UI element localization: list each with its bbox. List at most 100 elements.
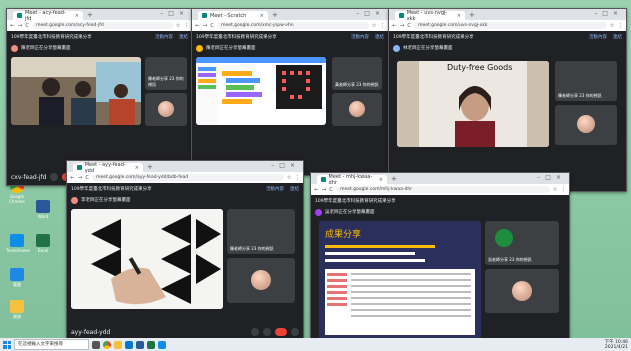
star-icon[interactable]: ☆ [372, 23, 377, 29]
meeting-link[interactable]: 連結 [290, 186, 299, 192]
browser-tab[interactable]: Meet - mhj-kwaa-dhr × [317, 174, 387, 186]
new-tab-icon[interactable]: + [272, 11, 278, 19]
window-controls[interactable]: –□× [537, 174, 566, 181]
close-tab-icon[interactable]: × [457, 13, 461, 19]
start-button[interactable] [3, 340, 11, 349]
meet-header: 109學年度臺北市科技教育研究成果分享 活動內容 連結 [67, 183, 303, 195]
window-controls[interactable]: –□× [356, 10, 385, 17]
menu-icon[interactable]: ⋮ [184, 23, 190, 29]
main-video[interactable] [71, 209, 223, 309]
back-icon[interactable]: ← [70, 175, 75, 181]
url-field[interactable]: meet.google.com/ayy-fead-ydd/bdb-fead [92, 174, 284, 181]
desktop-icon-computer[interactable]: 電腦 [6, 268, 28, 288]
meeting-details-link[interactable]: 活動內容 [266, 186, 284, 192]
url-field[interactable]: meet.google.com/mhj-kwaa-dhr [336, 186, 550, 193]
back-icon[interactable]: ← [314, 187, 319, 193]
desktop-icon-excel[interactable]: Excel [32, 234, 54, 253]
meeting-details-link[interactable]: 活動內容 [155, 34, 173, 40]
reload-icon[interactable]: C [25, 23, 29, 29]
menu-icon[interactable]: ⋮ [295, 175, 301, 181]
participant-tile[interactable] [332, 93, 382, 126]
browser-tab[interactable]: Meet - acy-fead-jfd × [13, 10, 83, 22]
back-icon[interactable]: ← [392, 23, 397, 29]
participant-tile[interactable]: 吳老師分享 23 你的視訊 [485, 221, 559, 265]
reload-icon[interactable]: C [407, 23, 411, 29]
desktop-icon-resources[interactable]: 資源 [6, 300, 28, 320]
forward-icon[interactable]: → [203, 23, 208, 29]
menu-icon[interactable]: ⋮ [380, 23, 386, 29]
teamviewer-taskbar-icon[interactable] [158, 340, 166, 349]
participant-tile[interactable]: 黃老師分享 23 你的視訊 [332, 57, 382, 90]
browser-window-3[interactable]: Meet - uvs-nvgj-xkk × + –□× ← → C meet.go… [388, 8, 627, 192]
present-button[interactable] [291, 328, 299, 336]
edge-taskbar-icon[interactable] [125, 340, 133, 349]
shared-slide[interactable]: 成果分享 [319, 221, 481, 339]
mic-button[interactable] [251, 328, 259, 336]
desktop-icon-teamviewer[interactable]: TeamViewer [6, 234, 30, 253]
participant-tile[interactable]: 陳老師分享 23 你的視訊 [227, 209, 295, 254]
window-controls[interactable]: –□× [160, 10, 189, 17]
meeting-details-link[interactable]: 活動內容 [589, 34, 607, 40]
participant-tile[interactable] [485, 269, 559, 313]
word-taskbar-icon[interactable] [136, 340, 144, 349]
url-field[interactable]: meet.google.com/uvs-nvgj-xkk [414, 22, 607, 29]
mic-button[interactable] [50, 173, 59, 181]
participant-tile[interactable]: 陳老師分享 23 你的視訊 [555, 61, 617, 101]
reload-icon[interactable]: C [329, 187, 333, 193]
star-icon[interactable]: ☆ [610, 23, 615, 29]
url-field[interactable]: meet.google.com/acy-fead-jfd [32, 22, 173, 29]
participant-tile[interactable] [145, 93, 187, 126]
system-clock[interactable]: 下午 10:46 2021/4/21 [605, 340, 628, 350]
url-field[interactable]: meet.google.com/xmc-jnpw-vhn [217, 22, 369, 29]
main-video[interactable] [11, 57, 141, 125]
reload-icon[interactable]: C [85, 175, 89, 181]
chrome-taskbar-icon[interactable] [103, 340, 111, 349]
participant-tile[interactable]: 陳老師分享 23 你的視訊 [145, 57, 187, 90]
browser-tab[interactable]: Meet - Scratch × [198, 11, 268, 20]
participant-tile[interactable] [227, 258, 295, 303]
shared-slide[interactable]: Duty-free Goods [397, 61, 549, 147]
new-tab-icon[interactable]: + [87, 11, 93, 19]
meeting-link[interactable]: 連結 [375, 34, 384, 40]
back-icon[interactable]: ← [10, 23, 15, 29]
meeting-details-link[interactable]: 活動內容 [351, 34, 369, 40]
star-icon[interactable]: ☆ [176, 23, 181, 29]
forward-icon[interactable]: → [78, 175, 83, 181]
star-icon[interactable]: ☆ [287, 175, 292, 181]
meeting-link[interactable]: 連結 [613, 34, 622, 40]
leave-call-button[interactable] [275, 328, 287, 336]
taskview-icon[interactable] [92, 340, 100, 349]
close-tab-icon[interactable]: × [260, 13, 264, 19]
meeting-title: 109學年度臺北市科技教育研究成果分享 [71, 187, 152, 192]
close-tab-icon[interactable]: × [75, 13, 79, 19]
menu-icon[interactable]: ⋮ [618, 23, 624, 29]
forward-icon[interactable]: → [322, 187, 327, 193]
forward-icon[interactable]: → [400, 23, 405, 29]
participant-tile[interactable] [555, 105, 617, 145]
forward-icon[interactable]: → [18, 23, 23, 29]
browser-tab[interactable]: Meet - uvs-nvgj-xkk × [395, 10, 465, 22]
browser-tab[interactable]: Meet - ayy-fead-ydd × [73, 162, 143, 174]
taskbar-search[interactable]: 在這裡輸入文字來搜尋 [14, 339, 89, 350]
new-tab-icon[interactable]: + [147, 163, 153, 171]
camera-button[interactable] [263, 328, 271, 336]
star-icon[interactable]: ☆ [553, 187, 558, 193]
window-controls[interactable]: –□× [594, 10, 623, 17]
window-controls[interactable]: –□× [271, 162, 300, 169]
new-tab-icon[interactable]: + [469, 11, 475, 19]
excel-taskbar-icon[interactable] [147, 340, 155, 349]
new-tab-icon[interactable]: + [391, 175, 397, 183]
browser-window-4[interactable]: Meet - ayy-fead-ydd × + –□× ← → C meet.go… [66, 160, 304, 343]
participant-name: 陳老師分享 23 你的視訊 [558, 93, 602, 98]
meeting-link[interactable]: 連結 [179, 34, 188, 40]
shared-screen[interactable] [196, 57, 326, 125]
browser-window-5[interactable]: Meet - mhj-kwaa-dhr × + –□× ← → C meet.go… [310, 172, 570, 344]
close-tab-icon[interactable]: × [135, 165, 139, 171]
back-icon[interactable]: ← [195, 23, 200, 29]
reload-icon[interactable]: C [210, 23, 214, 29]
menu-icon[interactable]: ⋮ [561, 187, 567, 193]
desktop-icon-word[interactable]: Word [32, 200, 54, 219]
explorer-taskbar-icon[interactable] [114, 340, 122, 349]
browser-window-2[interactable]: Meet - Scratch × + –□× ← → C meet.google.… [191, 8, 389, 176]
close-tab-icon[interactable]: × [379, 177, 383, 183]
